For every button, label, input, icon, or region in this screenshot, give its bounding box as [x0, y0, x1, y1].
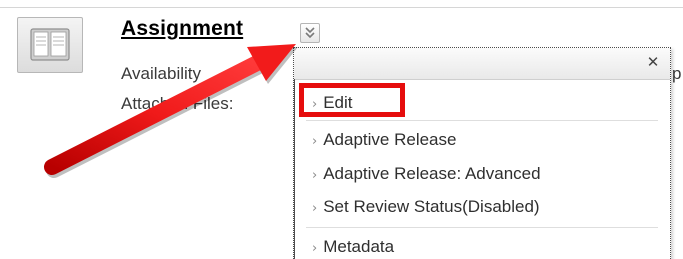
availability-label: Availability: [121, 64, 202, 83]
attached-files-label: Attached Files:: [121, 94, 234, 113]
chevron-right-icon: ›: [312, 241, 318, 256]
chevron-right-icon: ›: [312, 97, 318, 112]
menu-item-label: Set Review Status(Disabled): [323, 197, 540, 216]
truncated-text-fragment: p: [672, 64, 682, 83]
top-divider: [0, 7, 683, 8]
menu-item-set-review-status[interactable]: › Set Review Status(Disabled): [312, 194, 540, 220]
context-menu-header: ✕: [294, 48, 670, 80]
assignment-title-link[interactable]: Assignment: [121, 17, 243, 41]
double-chevron-down-icon: [305, 27, 315, 39]
menu-left-border: [294, 79, 295, 259]
content-area: Assignment Availability Attached Files: …: [0, 0, 683, 259]
assignment-document-icon: [17, 17, 83, 73]
menu-separator: [306, 227, 658, 228]
chevron-right-icon: ›: [312, 134, 318, 149]
chevron-right-icon: ›: [312, 168, 318, 183]
menu-item-label: Metadata: [323, 237, 395, 256]
menu-item-label: Edit: [323, 93, 353, 112]
menu-item-label: Adaptive Release: Advanced: [323, 164, 541, 183]
menu-separator: [306, 120, 658, 121]
menu-item-adaptive-release[interactable]: › Adaptive Release: [312, 127, 456, 153]
close-icon[interactable]: ✕: [644, 52, 662, 72]
menu-item-edit[interactable]: › Edit: [312, 90, 353, 116]
menu-item-label: Adaptive Release: [323, 130, 457, 149]
chevron-right-icon: ›: [312, 201, 318, 216]
menu-item-adaptive-release-advanced[interactable]: › Adaptive Release: Advanced: [312, 161, 541, 187]
item-menu-toggle-button[interactable]: [300, 23, 320, 43]
item-context-menu: ✕ › Edit › Adaptive Release › Adaptive Rele…: [293, 47, 671, 259]
menu-item-metadata[interactable]: › Metadata: [312, 234, 394, 259]
